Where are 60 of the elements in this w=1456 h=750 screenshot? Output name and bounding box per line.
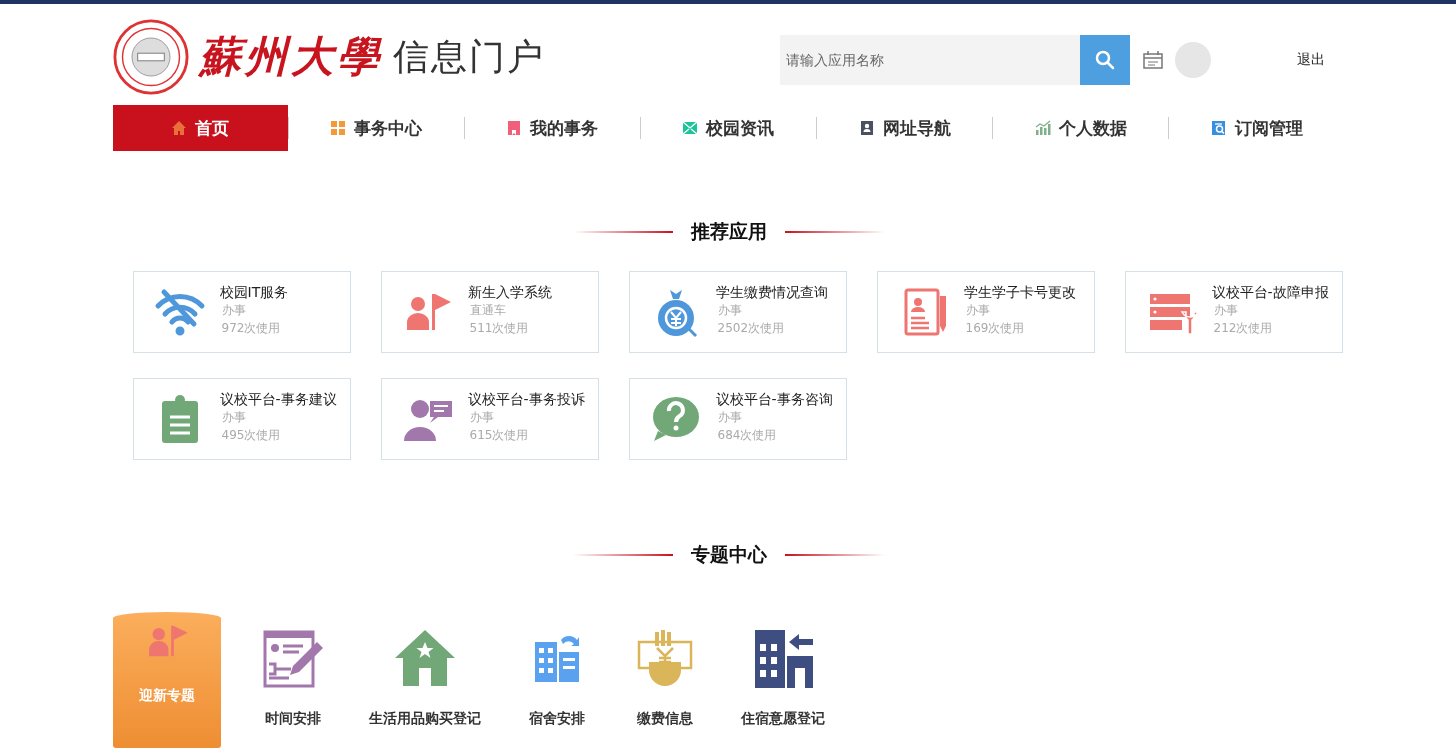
nav-tab[interactable]: 网址导航 — [817, 105, 993, 151]
topic-label: 迎新专题 — [138, 687, 195, 705]
nav-tab[interactable]: 我的事务 — [464, 105, 640, 151]
usage-count: 2502次使用 — [716, 320, 786, 337]
portal-title: 信息门户 — [392, 34, 545, 79]
app-card[interactable]: 议校平台-事务咨询 办事 684次使用 — [628, 378, 847, 460]
app-card[interactable]: 议校平台-事务建议 办事 495次使用 — [132, 378, 351, 460]
usage-count: 511次使用 — [468, 320, 530, 337]
app-category: 办事 — [220, 409, 247, 426]
topic-label: 住宿意愿登记 — [740, 710, 825, 728]
usage-count: 169次使用 — [964, 320, 1026, 337]
app-name: 议校平台-事务投诉 — [467, 390, 585, 408]
app-category: 办事 — [1212, 302, 1239, 319]
app-name: 学生缴费情况查询 — [715, 283, 828, 301]
app-name: 议校平台-故障申报 — [1211, 283, 1329, 301]
app-category: 办事 — [964, 302, 991, 319]
app-category: 办事 — [716, 409, 743, 426]
usage-count: 972次使用 — [220, 320, 282, 337]
app-name: 议校平台-事务建议 — [219, 390, 337, 408]
logout-link[interactable]: 退出 — [1296, 51, 1325, 69]
nav-tab[interactable]: 首页 — [112, 105, 288, 151]
app-card[interactable]: 学生学子卡号更改 办事 169次使用 — [876, 271, 1095, 353]
university-seal-icon — [112, 19, 189, 95]
app-category: 办事 — [468, 409, 495, 426]
app-name: 议校平台-事务咨询 — [715, 390, 833, 408]
usage-count: 684次使用 — [716, 427, 778, 444]
search-field[interactable]: 请输入应用名称 — [779, 35, 1080, 85]
app-card[interactable]: 新生入学系统 直通车 511次使用 — [380, 271, 599, 353]
section-heading: 专题中心 — [690, 542, 767, 567]
nav-tab[interactable]: 个人数据 — [993, 105, 1169, 151]
topic-tile[interactable]: 时间安排 — [238, 598, 347, 748]
app-name: 学生学子卡号更改 — [963, 283, 1076, 301]
calendar-icon[interactable] — [1142, 51, 1163, 69]
topic-label: 生活用品购买登记 — [368, 710, 481, 728]
app-category: 办事 — [716, 302, 743, 319]
usage-count: 212次使用 — [1212, 320, 1274, 337]
university-name: 蘇州大學 — [198, 33, 383, 82]
search-button[interactable] — [1079, 35, 1130, 85]
search-icon — [1094, 50, 1115, 70]
app-category: 办事 — [220, 302, 247, 319]
app-card[interactable]: 学生缴费情况查询 办事 2502次使用 — [628, 271, 847, 353]
topic-label: 宿舍安排 — [528, 710, 585, 728]
topic-label: 缴费信息 — [636, 710, 693, 728]
app-name: 校园IT服务 — [219, 283, 289, 301]
usage-count: 615次使用 — [468, 427, 530, 444]
nav-tab[interactable]: 事务中心 — [288, 105, 464, 151]
app-category: 直通车 — [468, 302, 507, 319]
app-name: 新生入学系统 — [467, 283, 552, 301]
topic-tile[interactable]: 宿舍安排 — [502, 598, 611, 748]
section-heading: 推荐应用 — [690, 219, 767, 244]
topic-tile[interactable]: 生活用品购买登记 — [346, 598, 503, 748]
app-card[interactable]: 校园IT服务 办事 972次使用 — [132, 271, 351, 353]
usage-count: 495次使用 — [220, 427, 282, 444]
app-card[interactable]: 议校平台-故障申报 办事 212次使用 — [1124, 271, 1343, 353]
nav-tab[interactable]: 校园资讯 — [640, 105, 817, 151]
topic-tile[interactable]: 缴费信息 — [610, 598, 719, 748]
app-card[interactable]: 议校平台-事务投诉 办事 615次使用 — [380, 378, 599, 460]
nav-tab[interactable]: 订阅管理 — [1169, 105, 1345, 151]
topic-label: 时间安排 — [264, 710, 321, 728]
topic-tile[interactable]: 住宿意愿登记 — [718, 598, 847, 748]
